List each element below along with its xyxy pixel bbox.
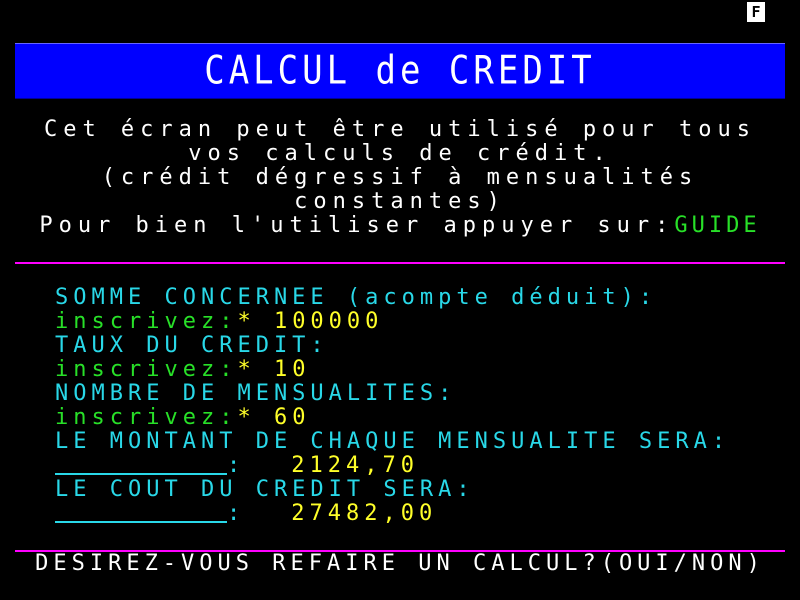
somme-input-row: inscrivez:* 100000	[55, 310, 775, 334]
montant-value: 2124,70	[291, 453, 419, 478]
intro-line-4: constantes)	[294, 189, 506, 214]
page-title: CALCUL de CREDIT	[15, 43, 785, 99]
inscrivez-label: inscrivez:	[55, 405, 238, 430]
montant-result-row: : 2124,70	[55, 454, 775, 478]
cout-label: LE COUT DU CREDIT SERA:	[55, 477, 475, 502]
result-underline	[55, 502, 227, 523]
result-colon: :	[227, 501, 246, 526]
cout-result-row: : 27482,00	[55, 502, 775, 526]
status-badge: F	[747, 2, 765, 22]
mensualites-input-row: inscrivez:* 60	[55, 406, 775, 430]
guide-instruction: Pour bien l'utiliser appuyer sur:	[39, 213, 675, 238]
somme-label: SOMME CONCERNEE (acompte déduit):	[55, 285, 658, 310]
intro-line-2: vos calculs de crédit.	[188, 141, 612, 166]
guide-key-label[interactable]: GUIDE	[674, 213, 760, 238]
intro-line-3: (crédit dégressif à mensualités	[101, 165, 699, 190]
taux-label: TAUX DU CREDIT:	[55, 333, 329, 358]
redo-prompt: DESIREZ-VOUS REFAIRE UN CALCUL?(OUI/NON)	[35, 551, 765, 576]
somme-input[interactable]: * 100000	[237, 309, 383, 334]
inscrivez-label: inscrivez:	[55, 357, 238, 382]
inscrivez-label: inscrivez:	[55, 309, 238, 334]
taux-input[interactable]: * 10	[237, 357, 310, 382]
intro-line-1: Cet écran peut être utilisé pour tous	[43, 117, 757, 142]
taux-input-row: inscrivez:* 10	[55, 358, 775, 382]
credit-form: SOMME CONCERNEE (acompte déduit): inscri…	[55, 286, 775, 526]
mensualites-label: NOMBRE DE MENSUALITES:	[55, 381, 457, 406]
minitel-screen: F CALCUL de CREDIT Cet écran peut être u…	[15, 0, 785, 600]
intro-line-5: Pour bien l'utiliser appuyer sur:GUIDE	[15, 214, 785, 238]
montant-label: LE MONTANT DE CHAQUE MENSUALITE SERA:	[55, 429, 731, 454]
intro-text: Cet écran peut être utilisé pour tous vo…	[15, 118, 785, 238]
result-underline	[55, 454, 227, 475]
middle-divider	[15, 262, 785, 264]
mensualites-input[interactable]: * 60	[237, 405, 310, 430]
result-colon: :	[227, 453, 246, 478]
cout-value: 27482,00	[291, 501, 438, 526]
